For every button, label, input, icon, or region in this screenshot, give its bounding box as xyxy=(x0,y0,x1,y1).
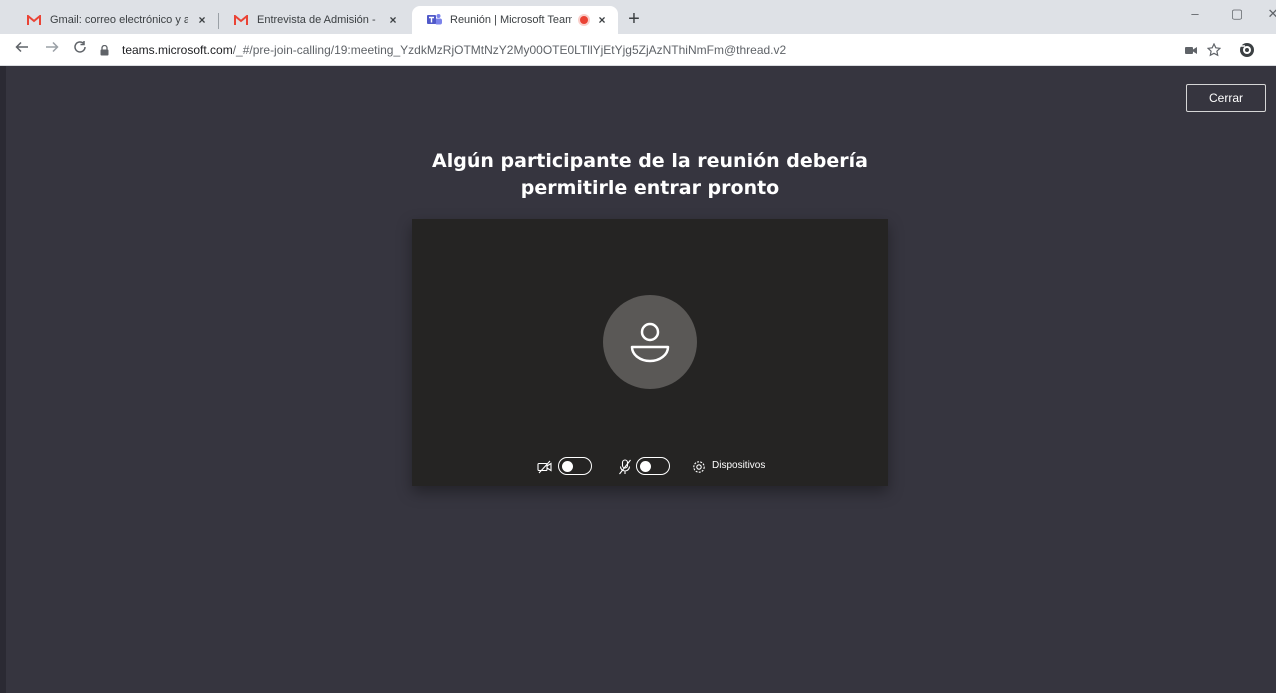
gmail-icon xyxy=(233,12,249,28)
device-controls: Dispositivos xyxy=(412,455,888,479)
close-tab-button[interactable]: × xyxy=(385,13,401,27)
person-icon xyxy=(630,322,670,363)
lobby-heading: Algún participante de la reunión debería… xyxy=(400,148,900,202)
close-tab-button[interactable]: × xyxy=(194,13,210,27)
gmail-icon xyxy=(26,12,42,28)
browser-toolbar: teams.microsoft.com /_#/pre-join-calling… xyxy=(0,34,1276,66)
lock-icon xyxy=(100,44,112,56)
url-host: teams.microsoft.com xyxy=(122,43,233,57)
forward-arrow-icon xyxy=(46,41,59,53)
reload-button[interactable] xyxy=(70,40,90,60)
tab-title: Gmail: correo electrónico y almac xyxy=(50,14,188,26)
tab-title: Entrevista de Admisión - erpacal xyxy=(257,14,379,26)
camera-off-icon xyxy=(536,458,554,476)
tab-entrevista[interactable]: Entrevista de Admisión - erpacal × xyxy=(219,6,409,34)
recording-indicator-icon xyxy=(580,16,588,24)
camera-toggle-knob xyxy=(562,460,573,472)
gear-icon[interactable] xyxy=(690,458,708,476)
tab-title: Reunión | Microsoft Teams xyxy=(450,14,572,26)
mic-off-icon xyxy=(616,458,634,476)
back-button[interactable] xyxy=(12,40,32,60)
url-path: /_#/pre-join-calling/19:meeting_YzdkMzRj… xyxy=(232,43,787,57)
browser-tab-strip: Gmail: correo electrónico y almac × Entr… xyxy=(0,0,1276,34)
extension-icon[interactable] xyxy=(1238,41,1256,59)
forward-button[interactable] xyxy=(42,40,62,60)
back-arrow-icon xyxy=(15,41,28,53)
address-bar[interactable]: teams.microsoft.com /_#/pre-join-calling… xyxy=(100,37,995,63)
left-edge xyxy=(0,66,6,693)
close-button[interactable]: Cerrar xyxy=(1186,84,1266,112)
reload-icon xyxy=(74,41,86,53)
camera-toggle[interactable] xyxy=(558,457,592,475)
close-window-button[interactable]: ✕ xyxy=(1258,6,1276,22)
camera-in-use-icon[interactable] xyxy=(1182,41,1200,59)
tab-teams[interactable]: Reunión | Microsoft Teams × xyxy=(412,6,618,34)
bookmark-star-icon[interactable] xyxy=(1205,41,1223,59)
mic-toggle-knob xyxy=(640,460,651,472)
avatar xyxy=(603,295,697,389)
tab-gmail[interactable]: Gmail: correo electrónico y almac × xyxy=(12,6,218,34)
teams-icon xyxy=(426,12,442,28)
mic-toggle[interactable] xyxy=(636,457,670,475)
lobby-heading-line1: Algún participante de la reunión debería xyxy=(432,150,868,172)
lobby-heading-line2: permitirle entrar pronto xyxy=(520,177,780,199)
video-preview: Dispositivos xyxy=(412,219,888,486)
minimize-button[interactable]: – xyxy=(1180,6,1210,21)
devices-button[interactable]: Dispositivos xyxy=(712,460,765,471)
new-tab-button[interactable]: + xyxy=(622,8,646,32)
maximize-button[interactable]: ▢ xyxy=(1222,6,1252,22)
close-tab-button[interactable]: × xyxy=(594,13,610,27)
